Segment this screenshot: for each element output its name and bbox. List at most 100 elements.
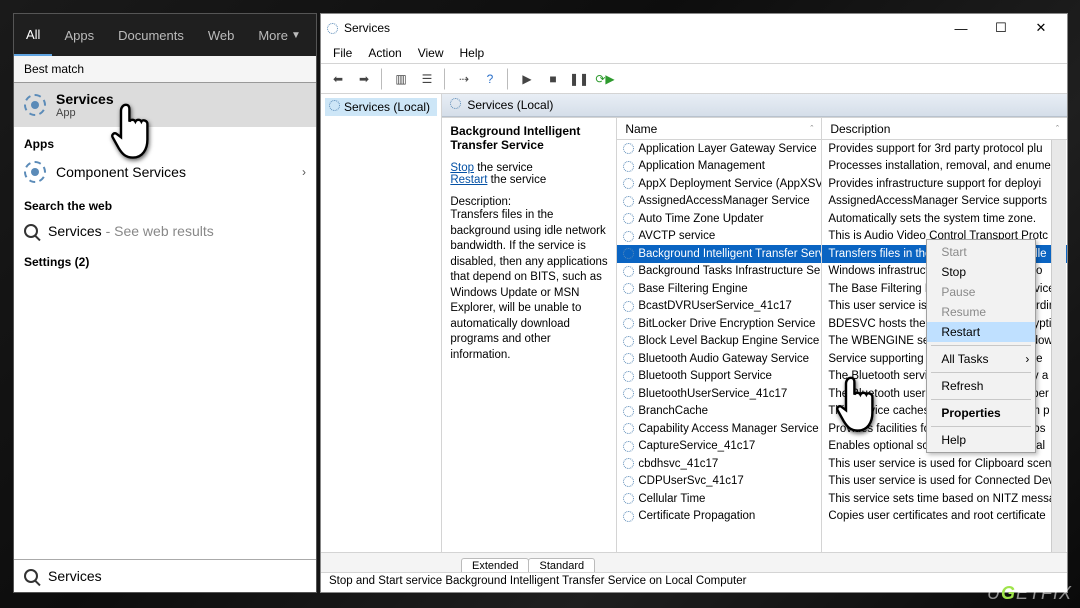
tab-standard[interactable]: Standard — [528, 558, 595, 572]
menu-view[interactable]: View — [412, 44, 450, 62]
service-row[interactable]: AVCTP service — [617, 228, 821, 246]
service-row[interactable]: CDPUserSvc_41c17 — [617, 473, 821, 491]
service-desc[interactable]: This service sets time based on NITZ mes… — [822, 490, 1067, 508]
service-row[interactable]: Bluetooth Support Service — [617, 368, 821, 386]
service-row[interactable]: BitLocker Drive Encryption Service — [617, 315, 821, 333]
service-row[interactable]: Background Tasks Infrastructure Service — [617, 263, 821, 281]
gear-icon — [623, 511, 634, 522]
service-desc[interactable]: This user service is used for Clipboard … — [822, 455, 1067, 473]
separator — [931, 345, 1031, 346]
minimize-button[interactable]: — — [941, 15, 981, 41]
service-row[interactable]: Cellular Time — [617, 490, 821, 508]
context-help[interactable]: Help — [927, 430, 1035, 450]
gear-icon — [623, 336, 634, 347]
gear-icon — [623, 318, 634, 329]
service-row[interactable]: AppX Deployment Service (AppXSVC) — [617, 175, 821, 193]
stop-link[interactable]: Stop — [450, 162, 474, 174]
best-match-subtitle: App — [56, 107, 114, 119]
service-row[interactable]: CaptureService_41c17 — [617, 438, 821, 456]
search-tab-documents[interactable]: Documents — [106, 14, 196, 56]
restart-service-button[interactable]: ⟳▶ — [594, 68, 616, 90]
context-properties[interactable]: Properties — [927, 403, 1035, 423]
service-row[interactable]: Background Intelligent Transfer Service — [617, 245, 821, 263]
console-tree: Services (Local) — [321, 94, 442, 552]
service-row[interactable]: Base Filtering Engine — [617, 280, 821, 298]
forward-button[interactable]: ➡ — [353, 68, 375, 90]
service-row[interactable]: Certificate Propagation — [617, 508, 821, 526]
search-tab-web[interactable]: Web — [196, 14, 247, 56]
search-input[interactable]: Services — [14, 559, 316, 592]
gear-icon — [623, 476, 634, 487]
description-text: Transfers files in the background using … — [450, 208, 608, 363]
search-tab-bar: All Apps Documents Web More▼ — [14, 14, 316, 56]
watermark: UGETFIX — [987, 583, 1072, 604]
service-desc[interactable]: AssignedAccessManager Service supports — [822, 193, 1067, 211]
title-bar[interactable]: Services — ☐ ✕ — [321, 14, 1067, 42]
back-button[interactable]: ⬅ — [327, 68, 349, 90]
maximize-button[interactable]: ☐ — [981, 15, 1021, 41]
result-web-search[interactable]: Services - See web results — [14, 217, 316, 245]
menu-file[interactable]: File — [327, 44, 358, 62]
start-service-button[interactable]: ▶ — [516, 68, 538, 90]
gear-icon — [450, 98, 461, 109]
gear-icon — [623, 493, 634, 504]
service-desc[interactable]: Provides support for 3rd party protocol … — [822, 140, 1067, 158]
context-stop[interactable]: Stop — [927, 262, 1035, 282]
service-row[interactable]: BranchCache — [617, 403, 821, 421]
service-desc[interactable]: This user service is used for Connected … — [822, 473, 1067, 491]
context-start: Start — [927, 242, 1035, 262]
service-row[interactable]: AssignedAccessManager Service — [617, 193, 821, 211]
service-row[interactable]: Capability Access Manager Service — [617, 420, 821, 438]
gear-icon — [623, 406, 634, 417]
export-button[interactable]: ⇢ — [453, 68, 475, 90]
search-tab-apps[interactable]: Apps — [52, 14, 106, 56]
result-component-services[interactable]: Component Services › — [14, 155, 316, 189]
pause-service-button[interactable]: ❚❚ — [568, 68, 590, 90]
service-row[interactable]: Block Level Backup Engine Service — [617, 333, 821, 351]
detail-panel: Background Intelligent Transfer Service … — [442, 118, 617, 552]
separator — [931, 372, 1031, 373]
service-row[interactable]: BcastDVRUserService_41c17 — [617, 298, 821, 316]
service-row[interactable]: cbdhsvc_41c17 — [617, 455, 821, 473]
restart-link[interactable]: Restart — [450, 174, 487, 186]
window-title: Services — [344, 21, 390, 35]
menu-action[interactable]: Action — [362, 44, 407, 62]
search-web-label: Search the web — [14, 189, 316, 217]
properties-button[interactable]: ☰ — [416, 68, 438, 90]
gear-icon — [623, 196, 634, 207]
service-desc[interactable]: Automatically sets the system time zone. — [822, 210, 1067, 228]
service-row[interactable]: Auto Time Zone Updater — [617, 210, 821, 228]
tab-extended[interactable]: Extended — [461, 558, 529, 572]
toolbar: ⬅ ➡ ▥ ☰ ⇢ ? ▶ ■ ❚❚ ⟳▶ — [321, 64, 1067, 94]
context-restart[interactable]: Restart — [927, 322, 1035, 342]
search-tab-all[interactable]: All — [14, 14, 52, 56]
stop-service-button[interactable]: ■ — [542, 68, 564, 90]
service-row[interactable]: BluetoothUserService_41c17 — [617, 385, 821, 403]
gear-icon — [623, 143, 634, 154]
col-header-desc[interactable]: Descriptionˆ — [822, 118, 1067, 140]
separator — [931, 426, 1031, 427]
gear-icon — [623, 213, 634, 224]
best-match-result[interactable]: Services App — [14, 83, 316, 127]
scrollbar[interactable] — [1051, 140, 1066, 552]
show-hide-tree-button[interactable]: ▥ — [390, 68, 412, 90]
description-label: Description: — [450, 196, 608, 208]
service-row[interactable]: Application Management — [617, 158, 821, 176]
content-header: Services (Local) — [442, 94, 1067, 117]
context-all-tasks[interactable]: All Tasks — [927, 349, 1035, 369]
service-desc[interactable]: Copies user certificates and root certif… — [822, 508, 1067, 526]
help-button[interactable]: ? — [479, 68, 501, 90]
tree-root[interactable]: Services (Local) — [325, 98, 437, 116]
close-button[interactable]: ✕ — [1021, 15, 1061, 41]
service-desc[interactable]: Processes installation, removal, and enu… — [822, 158, 1067, 176]
context-refresh[interactable]: Refresh — [927, 376, 1035, 396]
service-desc[interactable]: Provides infrastructure support for depl… — [822, 175, 1067, 193]
gear-icon — [623, 458, 634, 469]
service-row[interactable]: Application Layer Gateway Service — [617, 140, 821, 158]
service-row[interactable]: Bluetooth Audio Gateway Service — [617, 350, 821, 368]
col-header-name[interactable]: Nameˆ — [617, 118, 821, 140]
gear-icon — [623, 178, 634, 189]
menu-help[interactable]: Help — [454, 44, 491, 62]
gear-icon — [623, 248, 634, 259]
search-tab-more[interactable]: More▼ — [246, 14, 313, 56]
